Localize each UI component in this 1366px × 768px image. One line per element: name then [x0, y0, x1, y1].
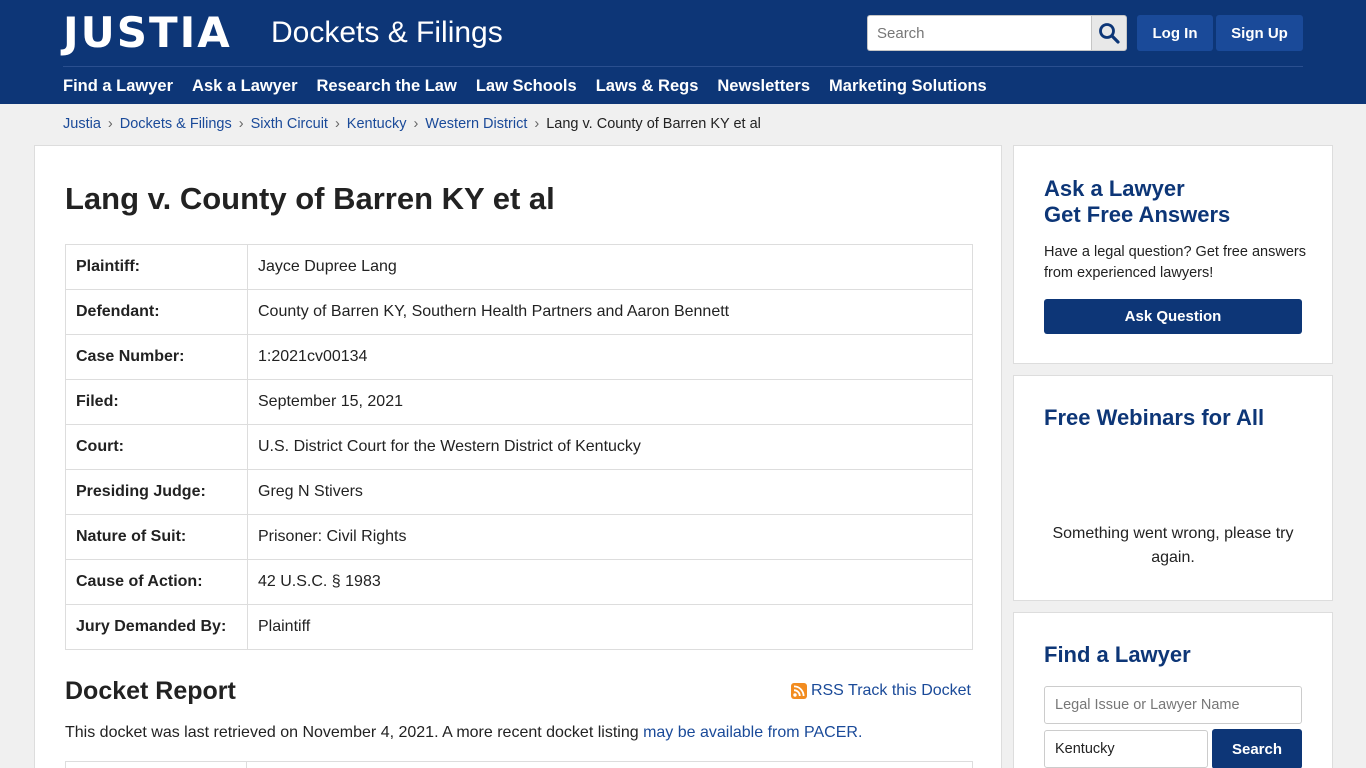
breadcrumb-current: Lang v. County of Barren KY et al — [546, 116, 761, 132]
ask-widget-title-line2: Get Free Answers — [1044, 202, 1231, 227]
table-row: Presiding Judge: Greg N Stivers — [65, 469, 973, 515]
breadcrumb-separator: › — [107, 116, 113, 132]
case-info-table: Plaintiff: Jayce Dupree Lang Defendant: … — [65, 244, 973, 650]
table-row: Case Number: 1:2021cv00134 — [65, 334, 973, 380]
ask-a-lawyer-widget: Ask a Lawyer Get Free Answers Have a leg… — [1013, 145, 1333, 364]
breadcrumb-dockets-filings[interactable]: Dockets & Filings — [120, 116, 232, 133]
find-lawyer-search-button[interactable]: Search — [1212, 729, 1302, 768]
ask-widget-title: Ask a Lawyer Get Free Answers — [1044, 176, 1230, 228]
table-row: Filed: September 15, 2021 — [65, 379, 973, 425]
breadcrumb-separator: › — [238, 116, 244, 132]
breadcrumb-justia[interactable]: Justia — [63, 116, 101, 133]
ask-question-button[interactable]: Ask Question — [1044, 299, 1302, 334]
breadcrumb: Justia › Dockets & Filings › Sixth Circu… — [63, 116, 761, 133]
docket-note-text: This docket was last retrieved on Novemb… — [65, 724, 644, 741]
nav-laws-regs[interactable]: Laws & Regs — [596, 76, 699, 96]
table-column-divider — [246, 762, 247, 768]
nav-ask-a-lawyer[interactable]: Ask a Lawyer — [192, 76, 297, 96]
breadcrumb-separator: › — [534, 116, 540, 132]
main-nav: Find a Lawyer Ask a Lawyer Research the … — [63, 76, 987, 96]
filed-value: September 15, 2021 — [247, 379, 973, 425]
nature-of-suit-label: Nature of Suit: — [65, 514, 248, 560]
find-a-lawyer-widget: Find a Lawyer Search — [1013, 612, 1333, 768]
site-name[interactable]: Dockets & Filings — [271, 16, 503, 50]
find-lawyer-title: Find a Lawyer — [1044, 642, 1191, 667]
presiding-judge-label: Presiding Judge: — [65, 469, 248, 515]
plaintiff-label: Plaintiff: — [65, 244, 248, 290]
nav-research-the-law[interactable]: Research the Law — [317, 76, 457, 96]
cause-of-action-label: Cause of Action: — [65, 559, 248, 605]
jury-demanded-label: Jury Demanded By: — [65, 604, 248, 650]
search-button[interactable] — [1091, 15, 1127, 51]
rss-track-label: RSS Track this Docket — [810, 682, 971, 699]
table-row: Nature of Suit: Prisoner: Civil Rights — [65, 514, 973, 560]
justia-logo[interactable]: JUSTIA — [63, 12, 232, 54]
cause-of-action-value: 42 U.S.C. § 1983 — [247, 559, 973, 605]
defendant-value: County of Barren KY, Southern Health Par… — [247, 289, 973, 335]
main-content: Lang v. County of Barren KY et al Plaint… — [34, 145, 1002, 768]
breadcrumb-sixth-circuit[interactable]: Sixth Circuit — [251, 116, 328, 133]
docket-note: This docket was last retrieved on Novemb… — [65, 723, 862, 743]
ask-widget-text: Have a legal question? Get free answers … — [1044, 244, 1306, 281]
nav-find-a-lawyer[interactable]: Find a Lawyer — [63, 76, 173, 96]
page-title: Lang v. County of Barren KY et al — [65, 181, 555, 216]
presiding-judge-value: Greg N Stivers — [247, 469, 973, 515]
docket-report-heading: Docket Report — [65, 677, 236, 705]
court-label: Court: — [65, 424, 248, 470]
login-button[interactable]: Log In — [1137, 15, 1213, 51]
case-number-value: 1:2021cv00134 — [247, 334, 973, 380]
location-input[interactable] — [1044, 730, 1208, 768]
court-value: U.S. District Court for the Western Dist… — [247, 424, 973, 470]
nav-law-schools[interactable]: Law Schools — [476, 76, 577, 96]
signup-button[interactable]: Sign Up — [1216, 15, 1303, 51]
rss-track-link[interactable]: RSS Track this Docket — [790, 682, 971, 700]
rss-icon — [790, 683, 807, 699]
nav-newsletters[interactable]: Newsletters — [717, 76, 810, 96]
table-row: Plaintiff: Jayce Dupree Lang — [65, 244, 973, 290]
legal-issue-input[interactable] — [1044, 686, 1302, 724]
breadcrumb-separator: › — [413, 116, 419, 132]
webinars-error-message: Something went wrong, please try again. — [1052, 525, 1294, 566]
table-row: Court: U.S. District Court for the Weste… — [65, 424, 973, 470]
pacer-link[interactable]: may be available from PACER. — [643, 724, 862, 741]
plaintiff-value: Jayce Dupree Lang — [247, 244, 973, 290]
search-icon — [1099, 23, 1120, 44]
filed-label: Filed: — [65, 379, 248, 425]
breadcrumb-western-district[interactable]: Western District — [425, 116, 527, 133]
case-number-label: Case Number: — [65, 334, 248, 380]
nav-marketing-solutions[interactable]: Marketing Solutions — [829, 76, 987, 96]
search-input[interactable] — [867, 15, 1093, 51]
table-row: Jury Demanded By: Plaintiff — [65, 604, 973, 650]
docket-table — [65, 761, 973, 768]
table-row: Cause of Action: 42 U.S.C. § 1983 — [65, 559, 973, 605]
jury-demanded-value: Plaintiff — [247, 604, 973, 650]
ask-widget-title-line1: Ask a Lawyer — [1044, 176, 1185, 201]
site-header: JUSTIA Dockets & Filings Log In Sign Up … — [0, 0, 1366, 104]
nature-of-suit-value: Prisoner: Civil Rights — [247, 514, 973, 560]
breadcrumb-kentucky[interactable]: Kentucky — [347, 116, 407, 133]
breadcrumb-separator: › — [334, 116, 340, 132]
header-divider — [63, 66, 1303, 67]
defendant-label: Defendant: — [65, 289, 248, 335]
table-row: Defendant: County of Barren KY, Southern… — [65, 289, 973, 335]
webinars-widget: Free Webinars for All Something went wro… — [1013, 375, 1333, 601]
webinars-title: Free Webinars for All — [1044, 405, 1265, 430]
